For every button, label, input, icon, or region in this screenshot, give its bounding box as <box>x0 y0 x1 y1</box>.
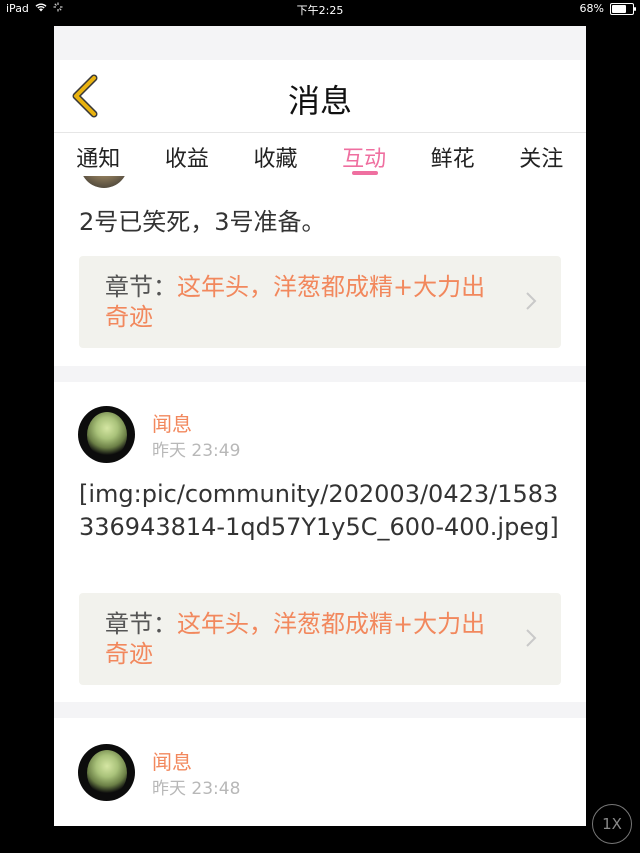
chevron-right-icon <box>526 629 537 647</box>
avatar[interactable] <box>78 406 135 463</box>
tab-earnings[interactable]: 收益 <box>143 133 232 177</box>
top-strip <box>54 26 586 60</box>
comment-time: 昨天 23:48 <box>152 779 241 799</box>
chapter-prefix: 章节： <box>105 273 177 301</box>
battery-percent: 68% <box>579 2 604 15</box>
section-divider <box>54 366 586 382</box>
tab-notifications[interactable]: 通知 <box>54 133 143 177</box>
tab-label: 互动 <box>342 147 387 172</box>
tab-favorites[interactable]: 收藏 <box>231 133 320 177</box>
nav-bar: 消息 <box>54 60 586 132</box>
tab-label: 收藏 <box>253 147 298 172</box>
chapter-link[interactable]: 章节：这年头，洋葱都成精+大力出奇迹 <box>79 256 561 348</box>
tab-following[interactable]: 关注 <box>497 133 586 177</box>
tab-interactions[interactable]: 互动 <box>320 133 409 177</box>
username[interactable]: 闻息 <box>152 746 192 775</box>
chevron-right-icon <box>526 292 537 310</box>
status-bar: iPad 下午2:25 68% <box>0 0 640 18</box>
status-time: 下午2:25 <box>296 4 344 17</box>
tab-label: 关注 <box>519 147 564 172</box>
chapter-link[interactable]: 章节：这年头，洋葱都成精+大力出奇迹 <box>79 593 561 685</box>
avatar-partial[interactable] <box>80 176 128 188</box>
username[interactable]: 闻息 <box>152 408 192 437</box>
comment-time: 昨天 23:49 <box>152 441 241 461</box>
comment-text: [img:pic/community/202003/0423/158333694… <box>79 480 559 541</box>
comment-text: 2号已笑死，3号准备。 <box>79 208 326 236</box>
tab-bar: 通知 收益 收藏 互动 鲜花 关注 <box>54 132 586 177</box>
tab-label: 通知 <box>76 147 121 172</box>
active-tab-indicator <box>351 171 378 175</box>
avatar[interactable] <box>78 744 135 801</box>
battery-icon <box>610 2 636 15</box>
chapter-prefix: 章节： <box>105 610 177 638</box>
tab-label: 鲜花 <box>430 147 475 172</box>
app-window: 消息 通知 收益 收藏 互动 鲜花 关注 2号已笑死，3号准备。 章节：这年头，… <box>54 26 586 826</box>
page-title: 消息 <box>287 82 352 120</box>
tab-flowers[interactable]: 鲜花 <box>408 133 497 177</box>
section-divider <box>54 702 586 718</box>
zoom-toggle-button[interactable]: 1X <box>592 804 632 844</box>
tab-label: 收益 <box>164 147 209 172</box>
